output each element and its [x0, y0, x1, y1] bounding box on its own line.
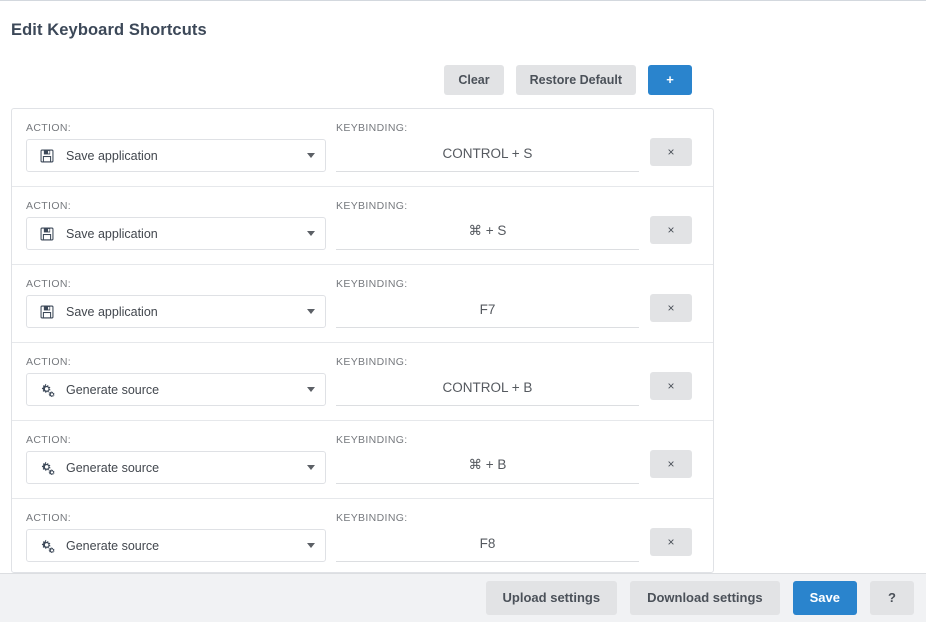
chevron-down-icon — [307, 153, 315, 158]
action-label: ACTION: — [26, 356, 71, 368]
action-select[interactable]: Generate source — [26, 529, 326, 562]
keybinding-input[interactable] — [336, 217, 639, 250]
remove-shortcut-button[interactable]: × — [650, 294, 692, 322]
remove-shortcut-button[interactable]: × — [650, 528, 692, 556]
action-label: ACTION: — [26, 434, 71, 446]
footer-bar: Upload settings Download settings Save ? — [0, 573, 926, 622]
action-label: ACTION: — [26, 200, 71, 212]
action-label: ACTION: — [26, 512, 71, 524]
shortcut-row: ACTION: Generate source KEYBINDING: × — [12, 343, 713, 421]
top-toolbar: Clear Restore Default + — [0, 65, 714, 95]
action-select-value: Save application — [66, 149, 301, 163]
page-title: Edit Keyboard Shortcuts — [11, 21, 207, 40]
action-select[interactable]: Generate source — [26, 451, 326, 484]
keybinding-label: KEYBINDING: — [336, 278, 408, 290]
chevron-down-icon — [307, 231, 315, 236]
shortcut-row: ACTION: Save application KEYBINDING: × — [12, 187, 713, 265]
keybinding-input[interactable] — [336, 529, 639, 562]
download-settings-button[interactable]: Download settings — [630, 581, 780, 615]
restore-default-button[interactable]: Restore Default — [516, 65, 636, 95]
shortcuts-card: ACTION:Save applicationKEYBINDING:×ACTIO… — [11, 108, 714, 573]
floppy-disk-icon — [39, 148, 55, 164]
keybinding-input[interactable] — [336, 373, 639, 406]
remove-shortcut-button[interactable]: × — [650, 138, 692, 166]
cogs-icon — [39, 538, 55, 554]
clear-button[interactable]: Clear — [444, 65, 503, 95]
action-label: ACTION: — [26, 122, 71, 134]
action-select[interactable]: Save application — [26, 139, 326, 172]
chevron-down-icon — [307, 465, 315, 470]
remove-shortcut-button[interactable]: × — [650, 216, 692, 244]
chevron-down-icon — [307, 309, 315, 314]
shortcut-row: ACTION: Save application KEYBINDING: × — [12, 265, 713, 343]
floppy-disk-icon — [39, 226, 55, 242]
action-select-value: Save application — [66, 227, 301, 241]
shortcuts-list[interactable]: ACTION:Save applicationKEYBINDING:×ACTIO… — [12, 109, 713, 572]
action-select-value: Generate source — [66, 461, 301, 475]
add-shortcut-button[interactable]: + — [648, 65, 692, 95]
cogs-icon — [39, 382, 55, 398]
cogs-icon — [39, 460, 55, 476]
action-select-value: Save application — [66, 305, 301, 319]
action-select[interactable]: Save application — [26, 295, 326, 328]
keybinding-label: KEYBINDING: — [336, 512, 408, 524]
keybinding-input[interactable] — [336, 139, 639, 172]
floppy-disk-icon — [39, 304, 55, 320]
keybinding-input[interactable] — [336, 451, 639, 484]
remove-shortcut-button[interactable]: × — [650, 450, 692, 478]
shortcut-row: ACTION: Generate source KEYBINDING: × — [12, 421, 713, 499]
action-select[interactable]: Generate source — [26, 373, 326, 406]
help-button[interactable]: ? — [870, 581, 914, 615]
action-select-value: Generate source — [66, 539, 301, 553]
keybinding-input[interactable] — [336, 295, 639, 328]
keybinding-label: KEYBINDING: — [336, 356, 408, 368]
edit-keyboard-shortcuts-page: Edit Keyboard Shortcuts Clear Restore De… — [0, 0, 926, 622]
shortcut-row: ACTION: Generate source KEYBINDING: × — [12, 499, 713, 572]
save-button[interactable]: Save — [793, 581, 857, 615]
chevron-down-icon — [307, 543, 315, 548]
upload-settings-button[interactable]: Upload settings — [486, 581, 618, 615]
chevron-down-icon — [307, 387, 315, 392]
keybinding-label: KEYBINDING: — [336, 434, 408, 446]
keybinding-label: KEYBINDING: — [336, 200, 408, 212]
action-select[interactable]: Save application — [26, 217, 326, 250]
remove-shortcut-button[interactable]: × — [650, 372, 692, 400]
action-label: ACTION: — [26, 278, 71, 290]
keybinding-label: KEYBINDING: — [336, 122, 408, 134]
action-select-value: Generate source — [66, 383, 301, 397]
shortcut-row: ACTION: Save application KEYBINDING: × — [12, 109, 713, 187]
